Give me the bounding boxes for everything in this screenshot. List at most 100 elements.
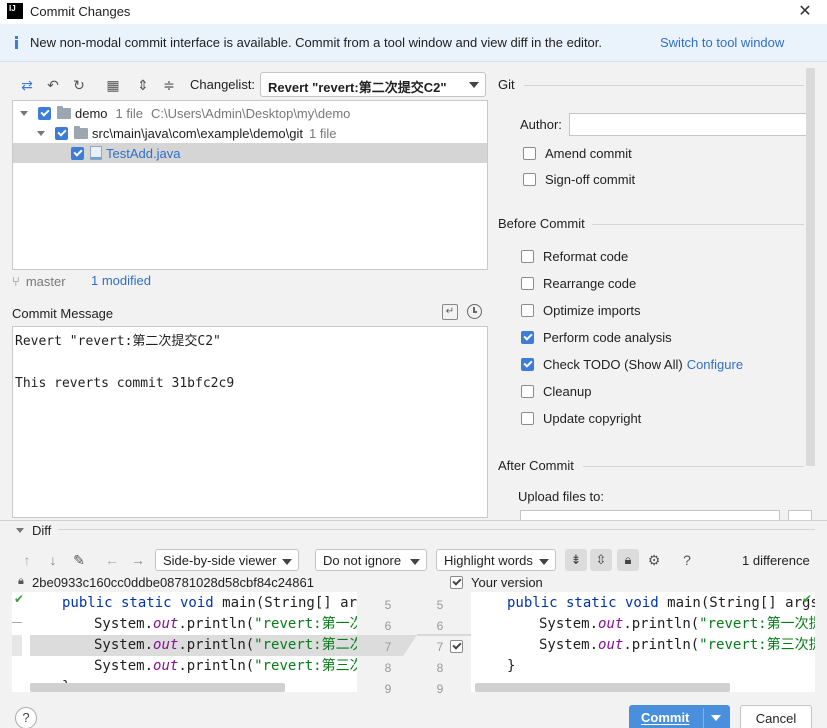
configure-link[interactable]: Configure	[687, 357, 743, 372]
viewer-value: Side-by-side viewer	[163, 553, 277, 568]
expand-arrow-icon[interactable]	[20, 110, 28, 116]
change-marker	[12, 622, 22, 623]
cancel-button[interactable]: Cancel	[740, 705, 812, 728]
author-label: Author:	[520, 117, 562, 132]
lock-small-icon: 🔒︎	[18, 575, 24, 587]
commit-template-icon[interactable]: ↵	[442, 304, 458, 320]
option-rearrange-code[interactable]: Rearrange code	[521, 276, 636, 291]
viewer-dropdown[interactable]: Side-by-side viewer	[155, 549, 299, 571]
include-version-checkbox[interactable]	[450, 576, 463, 589]
folder-icon	[57, 105, 71, 119]
collapse-unchanged-icon[interactable]: ⇟	[565, 549, 587, 571]
highlight-value: Highlight words	[444, 553, 533, 568]
after-commit-divider	[583, 466, 804, 467]
chevron-down-icon	[410, 559, 420, 565]
commit-options-chevron-icon[interactable]	[711, 715, 721, 721]
commit-message-input[interactable]: Revert "revert:第二次提交C2" This reverts com…	[12, 326, 488, 518]
switch-to-tool-window-link[interactable]: Switch to tool window	[660, 35, 784, 50]
check-todo-label: Check TODO (Show All)	[543, 357, 683, 372]
rearrange-checkbox[interactable]	[521, 277, 534, 290]
tree-row-folder[interactable]: src\main\java\com\example\demo\git 1 fil…	[13, 123, 487, 143]
commit-button[interactable]: Commit	[629, 705, 730, 728]
code-analysis-checkbox[interactable]	[521, 331, 534, 344]
inspection-ok-icon: ✔	[802, 592, 813, 606]
option-update-copyright[interactable]: Update copyright	[521, 411, 641, 426]
copyright-checkbox[interactable]	[521, 412, 534, 425]
optimize-checkbox[interactable]	[521, 304, 534, 317]
help-question-icon[interactable]: ?	[678, 551, 696, 569]
cleanup-checkbox[interactable]	[521, 385, 534, 398]
left-line-number: 7	[384, 640, 392, 654]
folder-count: 1 file	[308, 125, 337, 141]
changelist-label: Changelist:	[190, 77, 256, 92]
signoff-commit-option[interactable]: Sign-off commit	[523, 172, 635, 187]
help-button[interactable]: ?	[15, 707, 37, 728]
amend-commit-option[interactable]: Amend commit	[523, 146, 632, 161]
change-marker-bg	[12, 635, 22, 656]
close-icon[interactable]: ✕	[795, 1, 815, 21]
right-line-number: 8	[436, 661, 444, 675]
upload-config-button[interactable]	[788, 510, 812, 520]
option-check-todo[interactable]: Check TODO (Show All) Configure	[521, 357, 743, 372]
before-commit-divider	[592, 224, 804, 225]
edit-source-icon[interactable]: ✎	[70, 551, 88, 569]
diff-header[interactable]: Diff	[0, 520, 827, 540]
right-revision-label: Your version	[471, 575, 543, 590]
option-perform-code-analysis[interactable]: Perform code analysis	[521, 330, 672, 345]
root-path: C:\Users\Admin\Desktop\my\demo	[151, 105, 351, 121]
expand-arrow-icon[interactable]	[37, 130, 45, 136]
checkbox-folder[interactable]	[55, 126, 68, 140]
left-code-line-2: System.out.println("revert:第一次	[94, 616, 357, 632]
tree-row-file[interactable]: TestAdd.java	[13, 143, 487, 163]
tree-row-root[interactable]: demo 1 file C:\Users\Admin\Desktop\my\de…	[13, 103, 487, 123]
forward-icon[interactable]: →	[129, 551, 147, 569]
left-code-line-4: System.out.println("revert:第三次	[94, 658, 357, 674]
cleanup-label: Cleanup	[543, 384, 592, 399]
right-line-number: 9	[436, 682, 444, 696]
refresh-icon[interactable]: ↻	[70, 76, 88, 94]
whitespace-dropdown[interactable]: Do not ignore	[315, 549, 427, 571]
back-icon[interactable]: ←	[103, 551, 121, 569]
expand-all-icon[interactable]: ⇕	[134, 76, 152, 94]
left-line-number: 9	[384, 682, 392, 696]
right-horizontal-scrollbar[interactable]	[475, 683, 730, 692]
show-diff-icon[interactable]: ⇄	[18, 76, 36, 94]
previous-difference-icon[interactable]: ↑	[18, 551, 36, 569]
amend-checkbox[interactable]	[523, 147, 536, 160]
folder-icon	[74, 125, 88, 139]
option-cleanup[interactable]: Cleanup	[521, 384, 591, 399]
branch-icon: ⑂	[12, 273, 20, 289]
next-difference-icon[interactable]: ↓	[44, 551, 62, 569]
collapse-all-icon[interactable]: ≑	[160, 76, 178, 94]
accept-change-checkbox[interactable]	[450, 640, 463, 653]
changelist-dropdown[interactable]: Revert "revert:第二次提交C2"	[260, 72, 486, 97]
rollback-icon[interactable]: ↶	[44, 76, 62, 94]
collapse-arrow-icon[interactable]	[16, 528, 24, 533]
option-optimize-imports[interactable]: Optimize imports	[521, 303, 641, 318]
settings-gear-icon[interactable]: ⚙	[645, 551, 663, 569]
root-name: demo	[75, 105, 108, 121]
left-horizontal-scrollbar[interactable]	[30, 683, 285, 692]
options-scrollbar[interactable]	[806, 68, 815, 466]
highlight-dropdown[interactable]: Highlight words	[436, 549, 556, 571]
diff-title: Diff	[32, 523, 52, 538]
branch-indicator: ⑂ master	[12, 272, 66, 290]
author-input[interactable]	[569, 113, 810, 136]
diff-left-pane[interactable]: public static void main(String[] args Sy…	[12, 592, 357, 692]
checkbox-root[interactable]	[38, 106, 51, 120]
notification-banner: New non-modal commit interface is availa…	[0, 24, 827, 62]
history-clock-icon[interactable]	[467, 304, 482, 319]
upload-target-dropdown[interactable]	[520, 510, 780, 520]
diff-right-pane[interactable]: public static void main(String[] args) {…	[471, 592, 815, 692]
group-by-icon[interactable]: ▦	[104, 76, 122, 94]
reformat-checkbox[interactable]	[521, 250, 534, 263]
copyright-label: Update copyright	[543, 411, 642, 426]
lock-icon[interactable]: 🔒︎	[617, 549, 639, 571]
signoff-checkbox[interactable]	[523, 173, 536, 186]
right-line-number: 5	[436, 598, 444, 612]
check-todo-checkbox[interactable]	[521, 358, 534, 371]
checkbox-file[interactable]	[71, 146, 84, 160]
option-reformat-code[interactable]: Reformat code	[521, 249, 628, 264]
sync-scroll-icon[interactable]: ⇳	[590, 549, 612, 571]
modified-count-link[interactable]: 1 modified	[91, 273, 151, 288]
